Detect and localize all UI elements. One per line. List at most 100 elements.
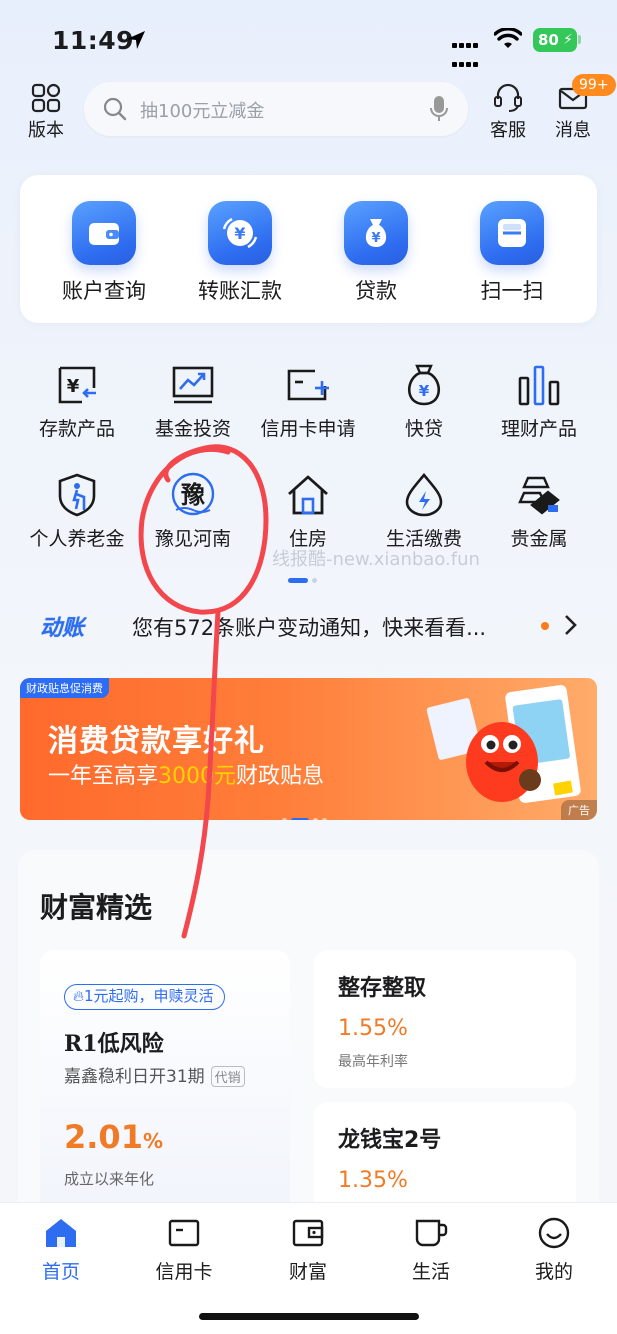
ad-label: 广告 bbox=[561, 800, 597, 820]
tab-wealth[interactable]: 财富 bbox=[263, 1217, 353, 1284]
battery-indicator: 80 ⚡ bbox=[533, 28, 577, 52]
tab-label: 首页 bbox=[41, 1261, 80, 1283]
grid-label-deposit: 存款产品 bbox=[38, 418, 115, 440]
grid-label-pension: 个人养老金 bbox=[29, 528, 125, 550]
tab-home[interactable]: 首页 bbox=[16, 1217, 106, 1284]
banner-page-indicator bbox=[282, 808, 331, 820]
svg-text:豫: 豫 bbox=[181, 481, 205, 509]
quick-loan-icon: ¥ bbox=[407, 364, 441, 406]
grid-item-utility[interactable]: 生活缴费 bbox=[364, 472, 484, 551]
svg-text:¥: ¥ bbox=[371, 231, 380, 246]
flame-icon: 🔥︎ bbox=[73, 987, 85, 1005]
wifi-icon bbox=[494, 28, 522, 48]
product-name: 整存整取 bbox=[338, 976, 427, 1001]
account-notice-bar[interactable]: 动账 您有572条账户变动通知，快来看看... bbox=[20, 600, 597, 652]
search-icon bbox=[103, 97, 127, 121]
gold-bars-icon bbox=[518, 476, 560, 515]
featured-product-rate: 2.01% bbox=[64, 1118, 163, 1156]
product-rate: 1.35% bbox=[338, 1168, 408, 1193]
credit-card-icon bbox=[168, 1219, 200, 1247]
notice-text: 您有572条账户变动通知，快来看看... bbox=[132, 616, 487, 640]
scan-icon bbox=[480, 201, 544, 265]
banner-subtitle: 一年至高享3000元财政贴息 bbox=[48, 764, 325, 789]
grid-page-indicator bbox=[288, 568, 317, 587]
tab-me[interactable]: 我的 bbox=[509, 1217, 599, 1284]
search-placeholder: 抽100元立减金 bbox=[140, 101, 265, 122]
grid-label-quick-loan: 快贷 bbox=[404, 418, 443, 440]
grid-item-pension[interactable]: 个人养老金 bbox=[17, 472, 137, 551]
status-bar: 11:49 80 ⚡ bbox=[0, 0, 617, 80]
account-query-label: 账户查询 bbox=[62, 279, 146, 303]
customer-service-label: 客服 bbox=[490, 120, 526, 141]
agency-tag: 代销 bbox=[210, 1066, 245, 1087]
scan-label: 扫一扫 bbox=[480, 279, 544, 303]
grid-item-fund[interactable]: 基金投资 bbox=[133, 362, 253, 441]
featured-product-pill: 🔥︎1元起购，申赎灵活 bbox=[64, 984, 225, 1010]
message-badge: 99+ bbox=[572, 74, 616, 96]
cellular-signal-icon bbox=[452, 33, 480, 71]
featured-product-rate-label: 成立以来年化 bbox=[64, 1170, 155, 1188]
product-rate: 1.55% bbox=[338, 1016, 408, 1041]
yu-henan-icon: 豫 bbox=[171, 472, 215, 516]
money-bag-icon: ¥ bbox=[344, 201, 408, 265]
loan-button[interactable]: ¥ 贷款 bbox=[308, 201, 444, 305]
location-arrow-icon bbox=[127, 31, 145, 49]
banner-tag: 财政贴息促消费 bbox=[20, 678, 109, 698]
grid-item-credit-card-apply[interactable]: 信用卡申请 bbox=[248, 362, 368, 441]
transfer-button[interactable]: ¥ 转账汇款 bbox=[172, 201, 308, 305]
charging-bolt-icon: ⚡ bbox=[563, 32, 573, 48]
customer-service-button[interactable]: 客服 bbox=[478, 82, 538, 142]
tab-credit-card[interactable]: 信用卡 bbox=[139, 1217, 229, 1284]
deposit-icon: ¥ bbox=[58, 366, 96, 404]
search-bar[interactable]: 抽100元立减金 bbox=[84, 82, 468, 136]
home-indicator[interactable] bbox=[199, 1313, 419, 1320]
promo-banner[interactable]: 财政贴息促消费 消费贷款享好礼 一年至高享3000元财政贴息 广告 bbox=[20, 678, 597, 820]
tab-label: 财富 bbox=[288, 1261, 327, 1283]
grid-label-yu-henan: 豫见河南 bbox=[154, 528, 231, 550]
tab-label: 生活 bbox=[411, 1261, 450, 1283]
svg-text:¥: ¥ bbox=[419, 382, 430, 400]
version-icon bbox=[31, 83, 61, 113]
grid-item-wealth-products[interactable]: 理财产品 bbox=[479, 362, 599, 441]
message-label: 消息 bbox=[555, 120, 591, 141]
grid-item-housing[interactable]: 住房 bbox=[248, 472, 368, 551]
tab-label: 信用卡 bbox=[155, 1261, 213, 1283]
grid-label-credit-card-apply: 信用卡申请 bbox=[260, 418, 356, 440]
transfer-label: 转账汇款 bbox=[198, 279, 282, 303]
version-button[interactable]: 版本 bbox=[16, 82, 76, 142]
house-icon bbox=[288, 475, 328, 515]
featured-product-name: R1低风险 bbox=[64, 1031, 164, 1057]
home-icon bbox=[46, 1219, 76, 1247]
version-label: 版本 bbox=[28, 120, 64, 141]
grid-item-yu-henan[interactable]: 豫 豫见河南 bbox=[133, 472, 253, 551]
mug-icon bbox=[415, 1219, 448, 1247]
smile-icon bbox=[538, 1217, 570, 1249]
product-rate-label: 最高年利率 bbox=[338, 1054, 408, 1070]
bar-chart-icon bbox=[518, 365, 560, 406]
fund-chart-icon bbox=[172, 366, 214, 404]
main-functions-card: 账户查询 ¥ 转账汇款 ¥ 贷款 扫一扫 bbox=[20, 175, 597, 323]
tab-label: 我的 bbox=[534, 1261, 573, 1283]
grid-item-precious-metals[interactable]: 贵金属 bbox=[479, 472, 599, 551]
account-query-button[interactable]: 账户查询 bbox=[36, 201, 172, 305]
wallet-icon bbox=[72, 201, 136, 265]
status-time: 11:49 bbox=[52, 26, 135, 55]
unread-dot bbox=[541, 622, 549, 630]
microphone-icon[interactable] bbox=[428, 94, 450, 124]
grid-label-wealth-products: 理财产品 bbox=[500, 418, 577, 440]
credit-card-add-icon bbox=[287, 369, 329, 401]
utility-icon bbox=[405, 472, 443, 517]
featured-product-desc: 嘉鑫稳利日开31期 代销 bbox=[64, 1062, 245, 1087]
top-header: 版本 抽100元立减金 客服 消息 bbox=[0, 78, 617, 142]
product-card-fixed-deposit[interactable]: 整存整取 1.55% 最高年利率 bbox=[314, 950, 576, 1088]
scan-button[interactable]: 扫一扫 bbox=[444, 201, 580, 305]
tab-life[interactable]: 生活 bbox=[386, 1217, 476, 1284]
banner-title: 消费贷款享好礼 bbox=[48, 724, 265, 759]
svg-text:¥: ¥ bbox=[67, 376, 80, 397]
grid-item-quick-loan[interactable]: ¥ 快贷 bbox=[364, 362, 484, 441]
grid-item-deposit[interactable]: ¥ 存款产品 bbox=[17, 362, 137, 441]
product-name: 龙钱宝2号 bbox=[338, 1128, 442, 1153]
wealth-title: 财富精选 bbox=[40, 891, 153, 924]
grid-label-precious-metals: 贵金属 bbox=[510, 528, 568, 550]
chevron-right-icon bbox=[565, 615, 577, 635]
